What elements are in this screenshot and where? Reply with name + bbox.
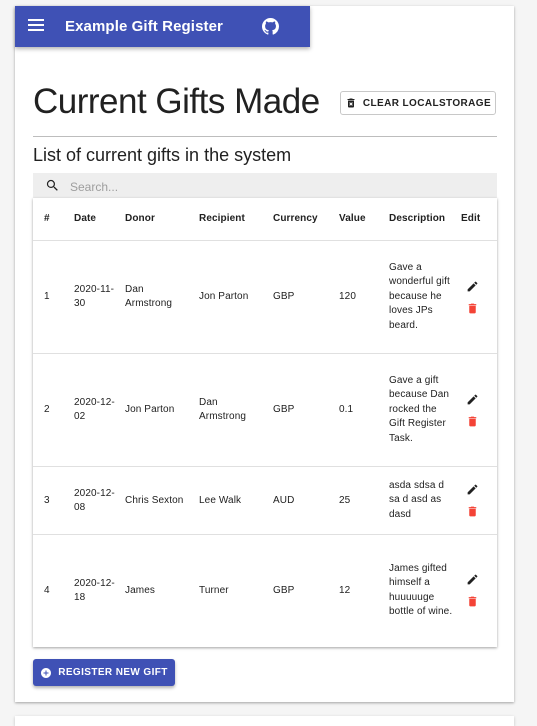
table-header-row: # Date Donor Recipient Currency Value De… <box>33 198 497 241</box>
app-bar: Example Gift Register <box>15 6 310 47</box>
table-row: 2 2020-12-02 Jon Parton Dan Armstrong GB… <box>33 353 497 467</box>
cell-donor: Chris Sexton <box>125 466 199 535</box>
gifts-table: # Date Donor Recipient Currency Value De… <box>33 198 497 646</box>
header-recipient: Recipient <box>199 198 273 241</box>
header-edit: Edit <box>461 198 497 241</box>
trash-bin-icon <box>347 98 355 108</box>
table-row: 4 2020-12-18 James Turner GBP 12 James g… <box>33 535 497 647</box>
table-row: 3 2020-12-08 Chris Sexton Lee Walk AUD 2… <box>33 466 497 535</box>
register-new-gift-label: REGISTER NEW GIFT <box>58 667 168 678</box>
cell-value: 120 <box>339 240 389 354</box>
cell-recipient: Jon Parton <box>199 240 273 354</box>
clear-localstorage-label: CLEAR LOCALSTORAGE <box>362 97 492 109</box>
cell-currency: AUD <box>273 466 339 535</box>
cell-description: Gave a gift because Dan rocked the Gift … <box>389 353 461 467</box>
search-bar <box>33 173 497 198</box>
search-input[interactable] <box>68 177 472 196</box>
pencil-icon[interactable] <box>466 483 479 496</box>
header-donor: Donor <box>125 198 199 241</box>
header-date: Date <box>74 198 125 241</box>
cell-currency: GBP <box>273 240 339 354</box>
search-icon <box>46 179 58 191</box>
cell-donor: Dan Armstrong <box>125 240 199 354</box>
hamburger-menu-icon[interactable] <box>28 19 44 33</box>
github-icon[interactable] <box>262 18 279 35</box>
cell-recipient: Dan Armstrong <box>199 353 273 467</box>
header-number: # <box>33 198 74 241</box>
cell-currency: GBP <box>273 584 295 596</box>
trash-icon[interactable] <box>466 505 479 518</box>
header-value: Value <box>339 198 389 241</box>
cell-id: 4 <box>44 584 50 596</box>
header-currency: Currency <box>273 198 339 241</box>
cell-date: 2020-12-02 <box>74 353 125 467</box>
cell-edit <box>461 535 497 647</box>
plus-circle-icon <box>41 667 52 678</box>
trash-icon[interactable] <box>466 302 479 315</box>
cell-description: Gave a wonderful gift because he loves J… <box>389 240 461 354</box>
bottom-card-edge <box>15 716 514 726</box>
cell-donor: Jon Parton <box>125 353 199 467</box>
cell-description: James gifted himself a huuuuuge bottle o… <box>389 562 453 618</box>
cell-recipient: Lee Walk <box>199 466 273 535</box>
trash-icon[interactable] <box>466 595 479 608</box>
cell-date: 2020-12-08 <box>74 466 125 535</box>
clear-localstorage-button[interactable]: CLEAR LOCALSTORAGE <box>340 91 496 115</box>
cell-id: 1 <box>33 240 74 354</box>
cell-description: asda sdsa d sa d asd as dasd <box>389 466 461 535</box>
cell-value: 12 <box>339 584 351 596</box>
cell-id: 3 <box>33 466 74 535</box>
page-subtitle: List of current gifts in the system <box>33 145 292 165</box>
cell-id: 2 <box>33 353 74 467</box>
cell-edit <box>461 240 497 354</box>
gifts-table-card: # Date Donor Recipient Currency Value De… <box>33 198 497 647</box>
cell-date: 2020-11-30 <box>74 240 125 354</box>
trash-icon[interactable] <box>466 415 479 428</box>
pencil-icon[interactable] <box>466 393 479 406</box>
page-title: Current Gifts Made <box>33 82 320 121</box>
pencil-icon[interactable] <box>466 280 479 293</box>
cell-value: 25 <box>339 466 389 535</box>
divider <box>33 136 497 137</box>
pencil-icon[interactable] <box>466 573 479 586</box>
cell-donor: James <box>125 584 155 596</box>
cell-recipient: Turner <box>199 584 229 596</box>
cell-date: 2020-12-18 <box>74 577 115 603</box>
table-row: 1 2020-11-30 Dan Armstrong Jon Parton GB… <box>33 240 497 354</box>
register-new-gift-button[interactable]: REGISTER NEW GIFT <box>33 659 175 686</box>
cell-edit <box>461 466 497 535</box>
header-description: Description <box>389 198 461 241</box>
cell-edit <box>461 353 497 467</box>
cell-currency: GBP <box>273 353 339 467</box>
cell-value: 0.1 <box>339 353 389 467</box>
app-title: Example Gift Register <box>65 18 223 35</box>
